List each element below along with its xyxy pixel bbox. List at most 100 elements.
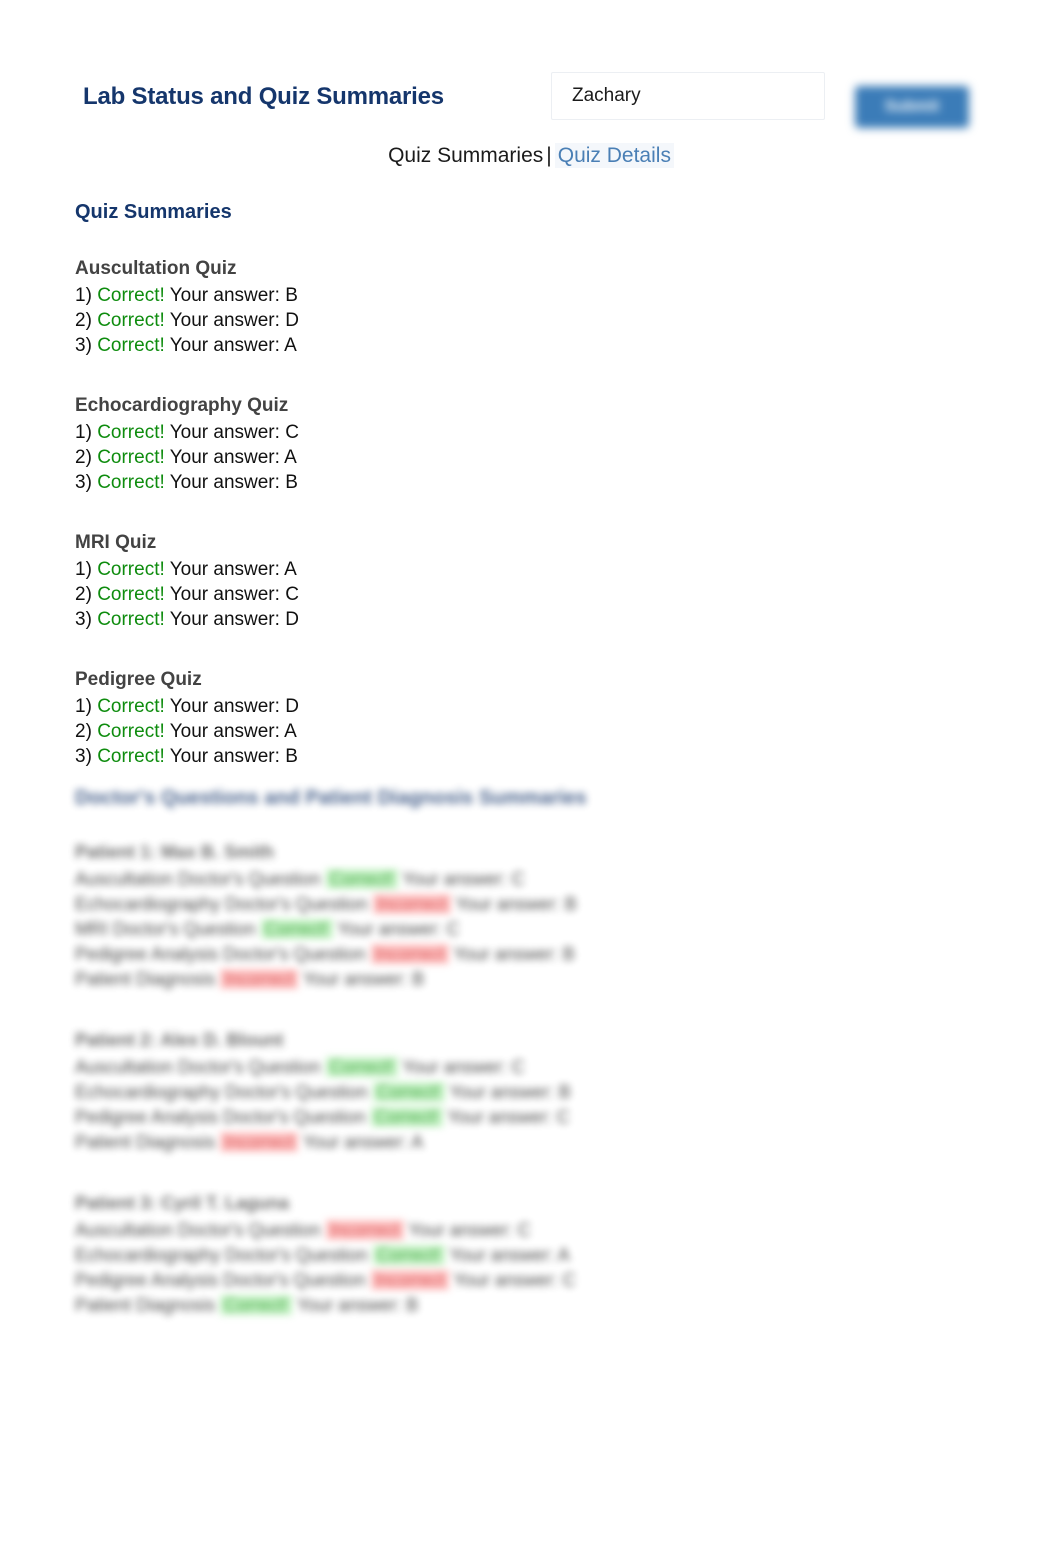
patient-answer-row: Echocardiography Doctor's Question Corre… — [75, 1243, 995, 1268]
patient-answer-row: Pedigree Analysis Doctor's Question Corr… — [75, 1105, 995, 1130]
answer-label: Your answer: — [169, 696, 280, 717]
quiz-answer-row: 1) Correct! Your answer: A — [75, 557, 995, 582]
answer-label: Your answer: — [408, 1220, 513, 1240]
answer-value: B — [558, 1082, 571, 1102]
result-status-badge: Correct! — [260, 919, 333, 939]
quiz-title: Auscultation Quiz — [75, 258, 237, 279]
patient-question-label: Auscultation Doctor's Question — [75, 1057, 321, 1077]
page-title: Lab Status and Quiz Summaries — [83, 83, 444, 110]
answer-value: A — [557, 1245, 570, 1265]
result-status-badge: Correct! — [372, 1245, 445, 1265]
patient-block: Patient 3: Cyril T. Laguna Auscultation D… — [75, 1191, 995, 1318]
page-nav: Quiz Summaries | Quiz Details — [0, 143, 1062, 168]
student-name-input[interactable] — [551, 72, 825, 120]
section-heading-quiz-summaries: Quiz Summaries — [75, 201, 232, 223]
result-status-badge: Correct! — [370, 1107, 443, 1127]
quiz-answer-row: 3) Correct! Your answer: B — [75, 744, 995, 769]
answer-value: B — [285, 285, 298, 306]
answer-label: Your answer: — [302, 969, 408, 989]
doctor-questions-section: Doctor's Questions and Patient Diagnosis… — [75, 786, 995, 1354]
quiz-answer-row: 2) Correct! Your answer: A — [75, 445, 995, 470]
answer-value: C — [446, 919, 460, 939]
result-status-badge: Correct! — [220, 1295, 293, 1315]
patient-list: Patient 1: Max B. Smith Auscultation Doct… — [75, 840, 995, 1318]
patient-question-label: Pedigree Analysis Doctor's Question — [75, 1107, 366, 1127]
answer-value: B — [406, 1295, 419, 1315]
result-status-badge: Incorrect — [372, 894, 451, 914]
patient-question-label: Echocardiography Doctor's Question — [75, 1245, 368, 1265]
patient-question-label: Auscultation Doctor's Question — [75, 869, 321, 889]
question-number: 3) — [75, 472, 92, 493]
answer-value: A — [284, 447, 297, 468]
answer-label: Your answer: — [169, 422, 280, 443]
quiz-title: Pedigree Quiz — [75, 669, 202, 690]
patient-answer-row: Patient Diagnosis Incorrect Your answer:… — [75, 967, 995, 992]
answer-value: B — [285, 746, 298, 767]
result-status-badge: Correct! — [97, 310, 165, 331]
question-number: 2) — [75, 447, 92, 468]
patient-answer-row: Echocardiography Doctor's Question Incor… — [75, 892, 995, 917]
answer-label: Your answer: — [169, 447, 280, 468]
question-number: 1) — [75, 422, 92, 443]
answer-value: D — [285, 609, 299, 630]
quiz-block: MRI Quiz 1) Correct! Your answer: A 2) Cor… — [75, 530, 995, 632]
submit-button[interactable]: Submit — [855, 86, 969, 128]
answer-label: Your answer: — [169, 285, 280, 306]
answer-value: A — [284, 721, 297, 742]
patient-block: Patient 1: Max B. Smith Auscultation Doct… — [75, 840, 995, 992]
quiz-answer-row: 2) Correct! Your answer: C — [75, 582, 995, 607]
quiz-answer-row: 1) Correct! Your answer: C — [75, 420, 995, 445]
answer-label: Your answer: — [402, 1057, 507, 1077]
patient-answer-row: MRI Doctor's Question Correct! Your answ… — [75, 917, 995, 942]
answer-value: C — [285, 584, 299, 605]
result-status-badge: Correct! — [97, 285, 165, 306]
patient-question-label: Pedigree Analysis Doctor's Question — [75, 1270, 366, 1290]
patient-answer-row: Auscultation Doctor's Question Incorrect… — [75, 1218, 995, 1243]
question-number: 1) — [75, 285, 92, 306]
quiz-answer-row: 2) Correct! Your answer: A — [75, 719, 995, 744]
quiz-answer-row: 1) Correct! Your answer: D — [75, 694, 995, 719]
question-number: 1) — [75, 696, 92, 717]
answer-label: Your answer: — [302, 1132, 408, 1152]
patient-name: Patient 2: Alex D. Blount — [75, 1030, 284, 1050]
patient-question-label: MRI Doctor's Question — [75, 919, 256, 939]
patient-question-label: Echocardiography Doctor's Question — [75, 1082, 368, 1102]
quiz-block: Echocardiography Quiz 1) Correct! Your an… — [75, 393, 995, 495]
question-number: 2) — [75, 584, 92, 605]
patient-question-label: Auscultation Doctor's Question — [75, 1220, 321, 1240]
question-number: 2) — [75, 310, 92, 331]
patient-answer-row: Patient Diagnosis Correct! Your answer: … — [75, 1293, 995, 1318]
result-status-badge: Correct! — [97, 584, 165, 605]
patient-answer-row: Pedigree Analysis Doctor's Question Inco… — [75, 942, 995, 967]
answer-label: Your answer: — [402, 869, 507, 889]
answer-label: Your answer: — [169, 310, 280, 331]
patient-name: Patient 3: Cyril T. Laguna — [75, 1193, 290, 1213]
patient-question-label: Pedigree Analysis Doctor's Question — [75, 944, 366, 964]
patient-name: Patient 1: Max B. Smith — [75, 842, 275, 862]
quiz-answer-row: 3) Correct! Your answer: A — [75, 333, 995, 358]
quiz-block: Pedigree Quiz 1) Correct! Your answer: D2… — [75, 667, 995, 769]
answer-label: Your answer: — [169, 584, 280, 605]
result-status-badge: Incorrect — [220, 1132, 299, 1152]
result-status-badge: Incorrect — [325, 1220, 404, 1240]
answer-label: Your answer: — [447, 1107, 552, 1127]
quiz-list: Auscultation Quiz 1) Correct! Your answer… — [75, 256, 995, 769]
result-status-badge: Correct! — [372, 1082, 445, 1102]
quiz-answer-row: 3) Correct! Your answer: B — [75, 470, 995, 495]
answer-value: B — [564, 894, 577, 914]
answer-value: B — [562, 944, 575, 964]
answer-value: C — [517, 1220, 531, 1240]
answer-value: A — [411, 1132, 424, 1152]
quiz-answer-row: 2) Correct! Your answer: D — [75, 308, 995, 333]
result-status-badge: Correct! — [97, 447, 165, 468]
nav-link-quiz-details[interactable]: Quiz Details — [554, 143, 674, 168]
result-status-badge: Correct! — [97, 422, 165, 443]
answer-label: Your answer: — [337, 919, 442, 939]
patient-question-label: Patient Diagnosis — [75, 1295, 216, 1315]
answer-label: Your answer: — [453, 944, 558, 964]
patient-answer-row: Echocardiography Doctor's Question Corre… — [75, 1080, 995, 1105]
quiz-block: Auscultation Quiz 1) Correct! Your answer… — [75, 256, 995, 358]
result-status-badge: Correct! — [97, 609, 165, 630]
question-number: 2) — [75, 721, 92, 742]
answer-value: C — [556, 1107, 570, 1127]
